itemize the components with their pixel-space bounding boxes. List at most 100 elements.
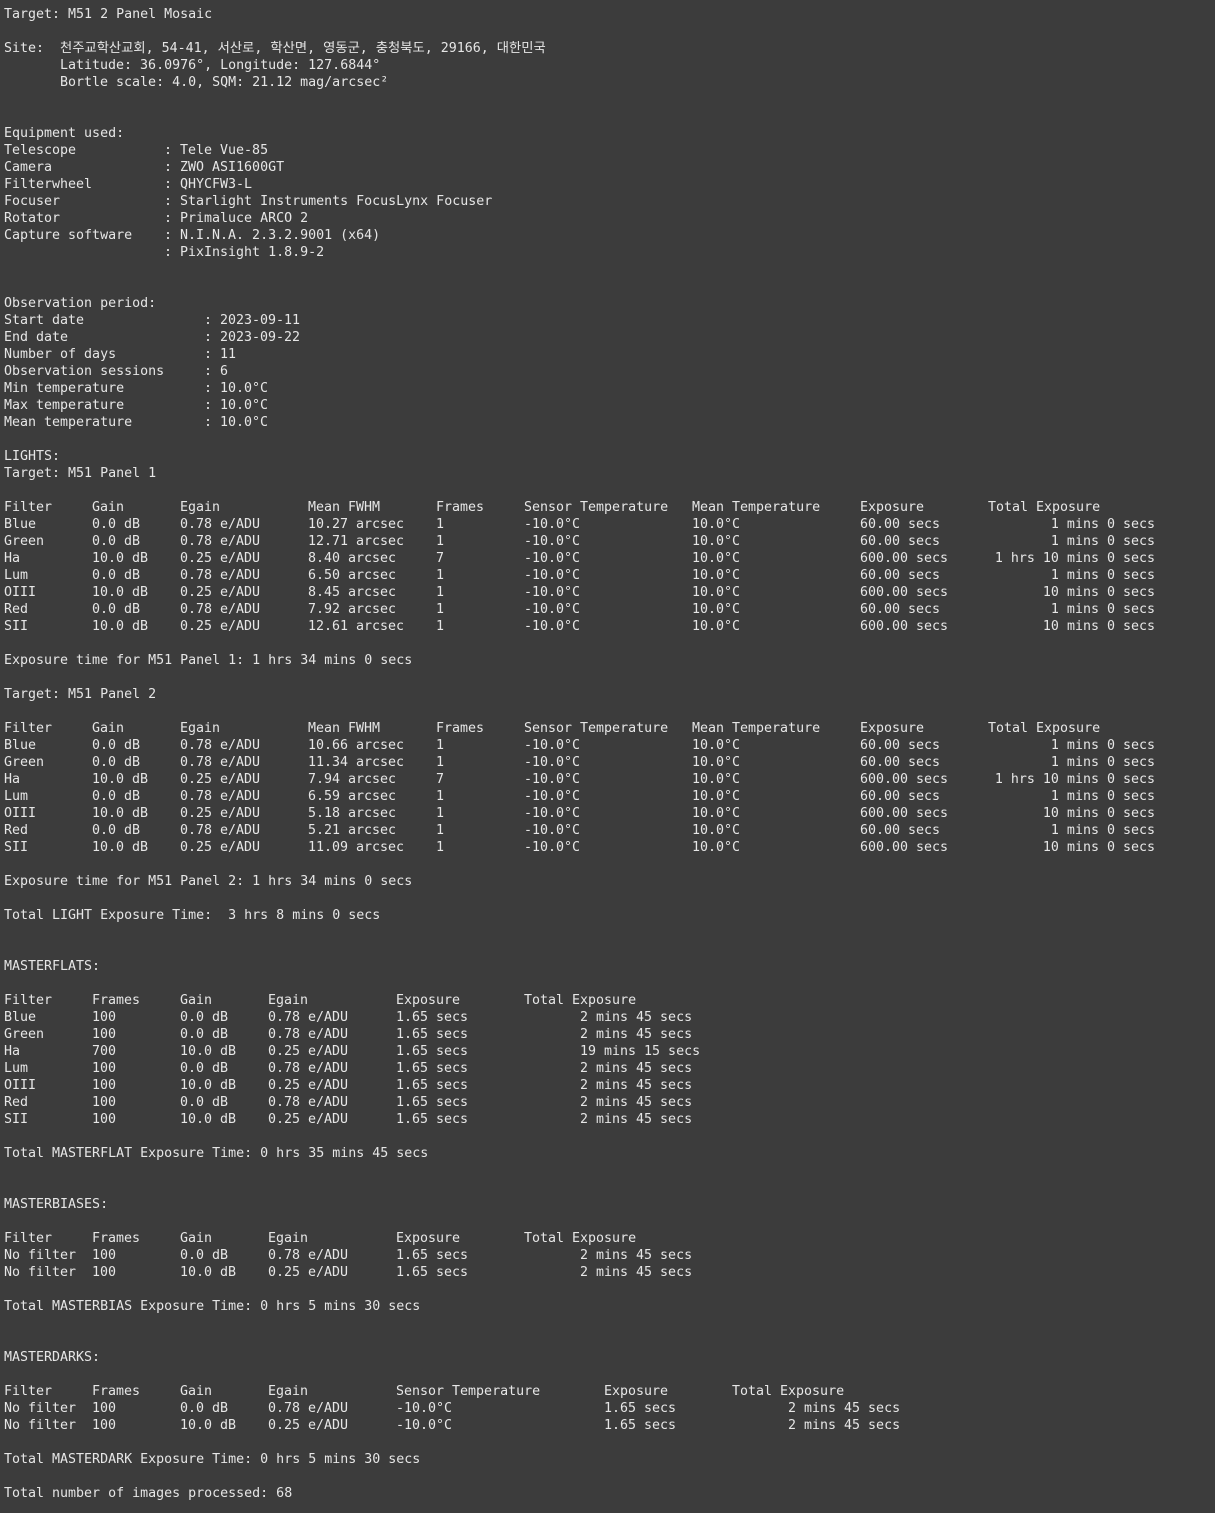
cell-mean-fwhm: 5.21 arcsec <box>308 823 397 838</box>
masterbiases-heading: MASTERBIASES: <box>4 1197 109 1212</box>
column-header: Gain <box>180 1231 213 1246</box>
table-row: No filter 100 10.0 dB 0.25 e/ADU 1.65 se… <box>4 1264 692 1281</box>
cell-egain: 0.78 e/ADU <box>180 738 261 753</box>
cell-egain: 0.25 e/ADU <box>268 1112 349 1127</box>
observation-item: Start date : 2023-09-11 <box>4 312 300 329</box>
cell-egain: 0.25 e/ADU <box>180 806 261 821</box>
column-header: Mean FWHM <box>308 500 381 515</box>
cell-sensor-temperature: -10.0°C <box>524 534 581 549</box>
cell-egain: 0.78 e/ADU <box>268 1010 349 1025</box>
masterflats-heading: MASTERFLATS: <box>4 959 101 974</box>
cell-filter: SII <box>4 1112 29 1127</box>
cell-filter: SII <box>4 619 29 634</box>
cell-gain: 10.0 dB <box>92 840 149 855</box>
cell-total-exposure: 19 mins 15 secs <box>580 1044 701 1059</box>
cell-sensor-temperature: -10.0°C <box>524 568 581 583</box>
column-header: Egain <box>268 993 309 1008</box>
cell-gain: 0.0 dB <box>92 755 141 770</box>
cell-filter: Red <box>4 602 29 617</box>
cell-frames: 100 <box>92 1112 117 1127</box>
cell-total-exposure: 1 mins 0 secs <box>1050 568 1155 583</box>
cell-frames: 1 <box>436 806 445 821</box>
cell-mean-temperature: 10.0°C <box>692 602 741 617</box>
panel-2-exposure-time: Exposure time for M51 Panel 2: 1 hrs 34 … <box>4 874 413 889</box>
cell-frames: 1 <box>436 602 445 617</box>
cell-sensor-temperature: -10.0°C <box>524 789 581 804</box>
table-row: Red 0.0 dB 0.78 e/ADU 5.21 arcsec 1 -10.… <box>4 822 1155 839</box>
cell-filter: Ha <box>4 772 21 787</box>
cell-sensor-temperature: -10.0°C <box>396 1401 453 1416</box>
column-header: Filter <box>4 993 53 1008</box>
cell-gain: 10.0 dB <box>180 1078 237 1093</box>
table-row: Lum 0.0 dB 0.78 e/ADU 6.59 arcsec 1 -10.… <box>4 788 1155 805</box>
observation-item: Min temperature : 10.0°C <box>4 380 268 397</box>
cell-gain: 10.0 dB <box>92 806 149 821</box>
table-row: Green 0.0 dB 0.78 e/ADU 12.71 arcsec 1 -… <box>4 533 1155 550</box>
equipment-label: Telescope <box>4 143 77 158</box>
cell-frames: 1 <box>436 517 445 532</box>
cell-mean-temperature: 10.0°C <box>692 738 741 753</box>
equipment-item: Focuser : Starlight Instruments FocusLyn… <box>4 193 492 210</box>
equipment-value: : N.I.N.A. 2.3.2.9001 (x64) <box>164 228 381 243</box>
equipment-item: Filterwheel : QHYCFW3-L <box>4 176 252 193</box>
cell-frames: 100 <box>92 1418 117 1433</box>
cell-egain: 0.78 e/ADU <box>180 517 261 532</box>
cell-sensor-temperature: -10.0°C <box>524 619 581 634</box>
cell-gain: 0.0 dB <box>180 1248 229 1263</box>
cell-total-exposure: 2 mins 45 secs <box>580 1265 693 1280</box>
column-header: Egain <box>268 1231 309 1246</box>
cell-exposure: 1.65 secs <box>396 1265 469 1280</box>
cell-mean-temperature: 10.0°C <box>692 534 741 549</box>
column-header: Egain <box>268 1384 309 1399</box>
cell-mean-fwhm: 12.71 arcsec <box>308 534 405 549</box>
table-row: Green 0.0 dB 0.78 e/ADU 11.34 arcsec 1 -… <box>4 754 1155 771</box>
cell-total-exposure: 10 mins 0 secs <box>1042 585 1155 600</box>
cell-filter: Lum <box>4 568 29 583</box>
cell-filter: SII <box>4 840 29 855</box>
cell-exposure: 1.65 secs <box>604 1401 677 1416</box>
observation-label: End date <box>4 330 69 345</box>
equipment-item: Telescope : Tele Vue-85 <box>4 142 268 159</box>
cell-mean-fwhm: 11.34 arcsec <box>308 755 405 770</box>
cell-egain: 0.78 e/ADU <box>180 823 261 838</box>
cell-gain: 0.0 dB <box>92 534 141 549</box>
observation-label: Max temperature <box>4 398 125 413</box>
column-header: Mean Temperature <box>692 721 821 736</box>
cell-egain: 0.25 e/ADU <box>268 1078 349 1093</box>
table-row: Green 100 0.0 dB 0.78 e/ADU 1.65 secs 2 … <box>4 1026 692 1043</box>
cell-exposure: 60.00 secs <box>860 568 941 583</box>
cell-egain: 0.25 e/ADU <box>268 1265 349 1280</box>
cell-exposure: 60.00 secs <box>860 738 941 753</box>
cell-filter: Ha <box>4 1044 21 1059</box>
cell-egain: 0.78 e/ADU <box>268 1095 349 1110</box>
cell-mean-temperature: 10.0°C <box>692 755 741 770</box>
cell-egain: 0.78 e/ADU <box>268 1027 349 1042</box>
cell-frames: 1 <box>436 619 445 634</box>
observation-item: End date : 2023-09-22 <box>4 329 300 346</box>
cell-frames: 100 <box>92 1248 117 1263</box>
cell-filter: OIII <box>4 585 37 600</box>
cell-sensor-temperature: -10.0°C <box>396 1418 453 1433</box>
column-header: Exposure <box>860 721 925 736</box>
cell-filter: Lum <box>4 789 29 804</box>
equipment-item: Capture software : N.I.N.A. 2.3.2.9001 (… <box>4 227 380 244</box>
observation-value: : 2023-09-22 <box>204 330 301 345</box>
cell-egain: 0.78 e/ADU <box>268 1401 349 1416</box>
table-row: Ha 700 10.0 dB 0.25 e/ADU 1.65 secs 19 m… <box>4 1043 700 1060</box>
observation-item: Observation sessions : 6 <box>4 363 228 380</box>
cell-total-exposure: 2 mins 45 secs <box>788 1418 901 1433</box>
cell-mean-temperature: 10.0°C <box>692 806 741 821</box>
cell-filter: No filter <box>4 1418 77 1433</box>
cell-frames: 100 <box>92 1061 117 1076</box>
column-header: Total Exposure <box>524 1231 637 1246</box>
observation-value: : 10.0°C <box>204 398 269 413</box>
equipment-value: : ZWO ASI1600GT <box>164 160 285 175</box>
cell-mean-temperature: 10.0°C <box>692 517 741 532</box>
cell-sensor-temperature: -10.0°C <box>524 840 581 855</box>
cell-mean-temperature: 10.0°C <box>692 772 741 787</box>
cell-sensor-temperature: -10.0°C <box>524 755 581 770</box>
column-header: Egain <box>180 721 221 736</box>
cell-frames: 1 <box>436 534 445 549</box>
column-header: Exposure <box>396 1231 461 1246</box>
table-row: SII 10.0 dB 0.25 e/ADU 11.09 arcsec 1 -1… <box>4 839 1155 856</box>
